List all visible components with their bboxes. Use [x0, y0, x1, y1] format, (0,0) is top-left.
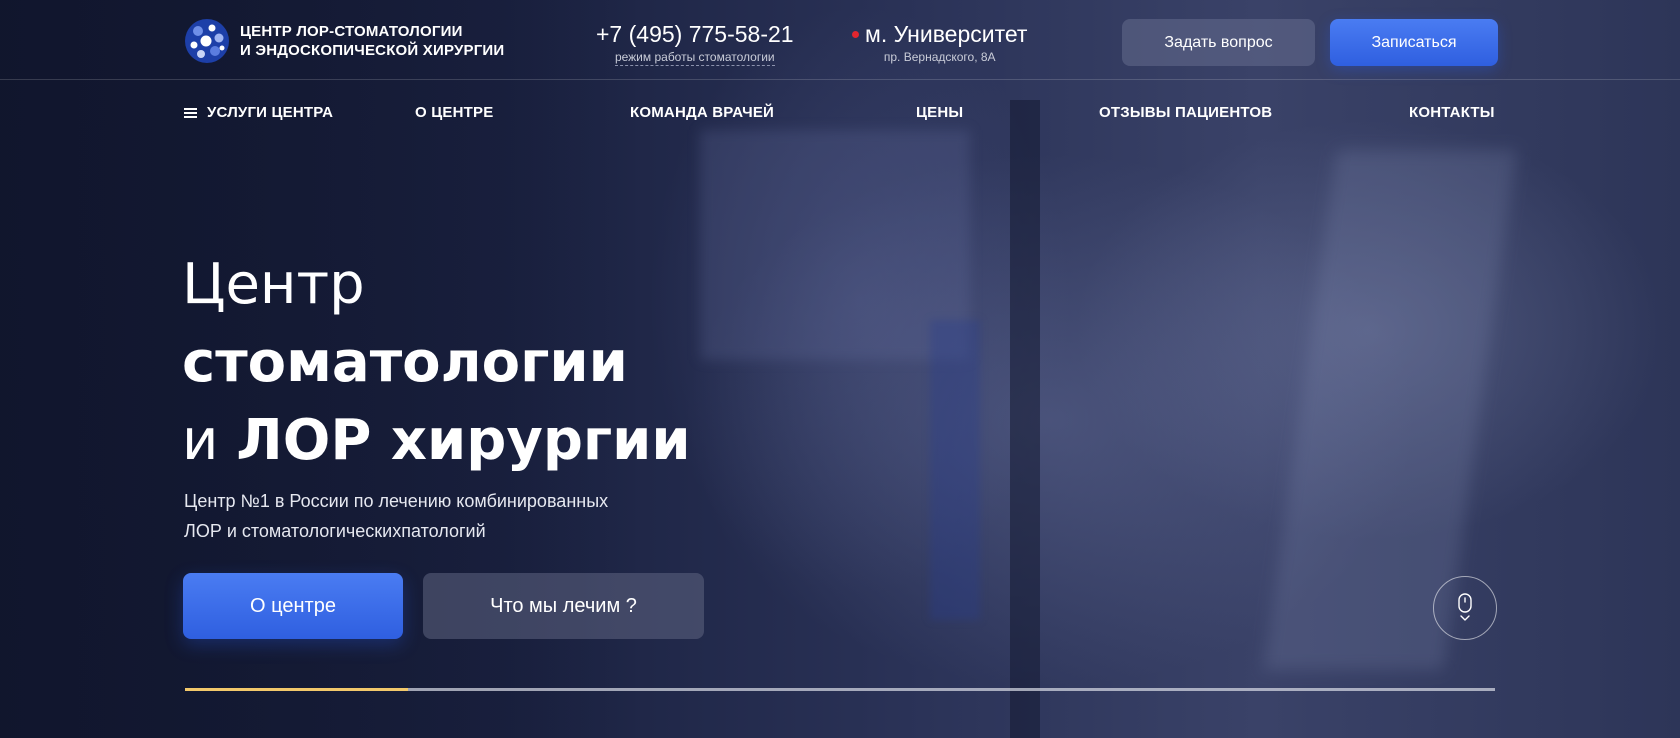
logo-icon: [185, 19, 229, 63]
hero-title-line-2: стоматологии: [182, 330, 628, 395]
logo-line-2: и эндоскопической хирургии: [240, 42, 505, 59]
ask-question-button[interactable]: Задать вопрос: [1122, 19, 1315, 66]
hero-title-line-1: Центр: [182, 252, 365, 317]
nav-item-about[interactable]: О центре: [415, 104, 493, 121]
menu-icon: [184, 107, 197, 118]
nav-item-team[interactable]: Команда врачей: [630, 104, 774, 121]
nav-item-label: Услуги центра: [207, 104, 334, 121]
nav-item-reviews[interactable]: Отзывы пациентов: [1099, 104, 1272, 121]
hero-title-line-3: и ЛОР хирургии: [182, 402, 691, 480]
nav-item-prices[interactable]: Цены: [916, 104, 963, 121]
hero-title: Центр стоматологии и ЛОР хирургии: [182, 246, 691, 480]
location-block: м. Университет пр. Вернадского, 8А: [852, 20, 1027, 64]
hero-title-conjunction: и: [182, 408, 219, 473]
hero-subtitle-line-1: Центр №1 в России по лечению комбинирова…: [184, 491, 609, 511]
hero-section: Центр ЛОР-стоматологии и эндоскопической…: [0, 0, 1680, 738]
phone-block: +7 (495) 775-58-21 режим работы стоматол…: [596, 20, 794, 66]
metro-dot-icon: [852, 30, 859, 38]
phone-number[interactable]: +7 (495) 775-58-21: [596, 20, 794, 48]
slider-progress-fill: [185, 688, 408, 691]
about-center-button[interactable]: О центре: [183, 573, 403, 639]
background-video: [700, 130, 970, 360]
slider-progress-bar: [185, 688, 1495, 691]
logo[interactable]: Центр ЛОР-стоматологии и эндоскопической…: [184, 18, 504, 64]
logo-line-1: Центр ЛОР-стоматологии: [240, 23, 463, 40]
signup-button[interactable]: Записаться: [1330, 19, 1498, 66]
nav-item-contacts[interactable]: Контакты: [1409, 104, 1495, 121]
metro-station: м. Университет: [852, 20, 1027, 48]
working-hours-link[interactable]: режим работы стоматологии: [614, 50, 775, 66]
metro-label: м. Университет: [865, 21, 1028, 47]
what-we-treat-button[interactable]: Что мы лечим ?: [423, 573, 704, 639]
address: пр. Вернадского, 8А: [883, 50, 996, 64]
logo-text: Центр ЛОР-стоматологии и эндоскопической…: [240, 22, 504, 60]
hero-subtitle-line-2: ЛОР и стоматологическихпатологий: [184, 521, 486, 541]
site-header: Центр ЛОР-стоматологии и эндоскопической…: [0, 0, 1680, 80]
scroll-down-button[interactable]: [1433, 576, 1497, 640]
hero-title-emphasis: ЛОР хирургии: [236, 408, 691, 473]
mouse-scroll-icon: [1458, 593, 1472, 621]
nav-item-services[interactable]: Услуги центра: [184, 104, 333, 121]
hero-subtitle: Центр №1 в России по лечению комбинирова…: [184, 486, 704, 546]
main-nav: Услуги центра О центре Команда врачей Це…: [0, 104, 1680, 128]
